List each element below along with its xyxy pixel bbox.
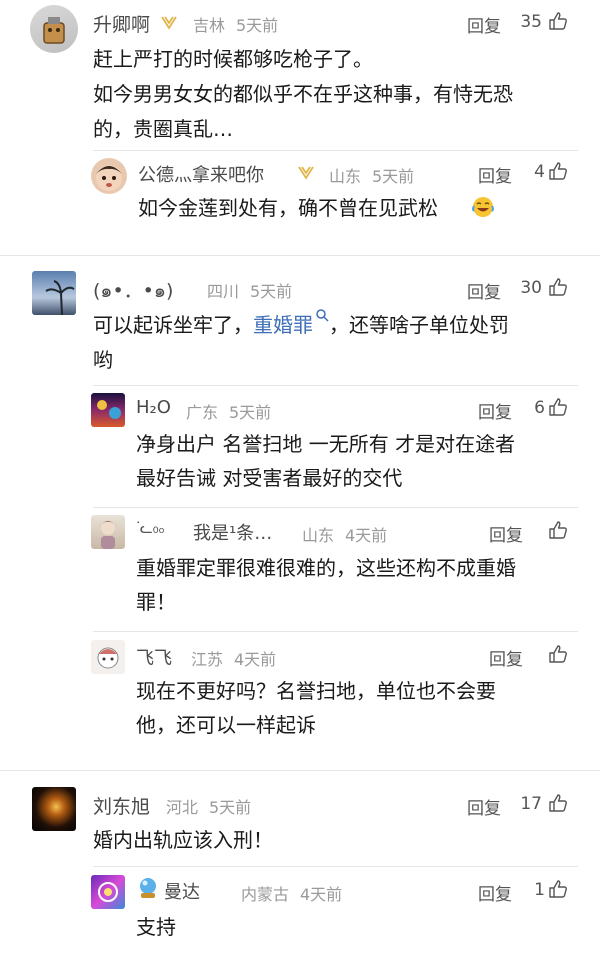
vip-badge-icon bbox=[161, 16, 177, 30]
thumbs-up-icon[interactable] bbox=[548, 277, 568, 297]
location: 江苏 bbox=[191, 650, 224, 669]
reply-text-line: 重婚罪定罪很难很难的，这些还构不成重婚 bbox=[136, 556, 516, 580]
reply-text-line: 支持 bbox=[136, 915, 176, 939]
avatar[interactable] bbox=[32, 787, 76, 831]
comment-divider bbox=[0, 770, 600, 771]
timestamp: 5天前 bbox=[372, 167, 415, 186]
avatar-cartoon-icon bbox=[97, 647, 119, 669]
username-decoration: ᐝᓚ₀ₒ bbox=[136, 519, 165, 537]
avatar-drawing-icon bbox=[43, 17, 65, 44]
like-count: 1 bbox=[534, 880, 545, 900]
reply-button[interactable]: 回复 bbox=[467, 12, 501, 37]
avatar[interactable] bbox=[91, 515, 125, 549]
avatar-mandala-icon bbox=[98, 882, 118, 902]
comment-text-span: ，还等啥子单位处罚 bbox=[329, 313, 509, 337]
crystal-ball-icon bbox=[140, 878, 156, 898]
location: 山东 bbox=[329, 167, 362, 186]
like-count: 4 bbox=[534, 162, 545, 182]
avatar-art-icon bbox=[97, 400, 121, 419]
comment-text-line: 哟 bbox=[93, 348, 113, 372]
reply-text-line: 现在不更好吗？名誉扫地，单位也不会要 bbox=[136, 679, 496, 703]
comment-text-line: 如今男男女女的都似乎不在乎这种事，有恃无恐 bbox=[93, 82, 513, 106]
avatar[interactable] bbox=[91, 393, 125, 427]
location: 吉林 bbox=[193, 16, 226, 35]
reply-text-line: 他，还可以一样起诉 bbox=[136, 713, 316, 737]
reply-divider bbox=[93, 507, 578, 508]
reply-button[interactable]: 回复 bbox=[467, 794, 501, 819]
reply-divider bbox=[93, 631, 578, 632]
thumbs-up-icon[interactable] bbox=[548, 11, 568, 31]
timestamp: 4天前 bbox=[300, 885, 343, 904]
timestamp: 4天前 bbox=[234, 650, 277, 669]
reply-button[interactable]: 回复 bbox=[478, 880, 512, 905]
laughing-crying-emoji-icon bbox=[472, 197, 494, 217]
thumbs-up-icon[interactable] bbox=[548, 161, 568, 181]
thumbs-up-icon[interactable] bbox=[548, 397, 568, 417]
avatar-face-icon bbox=[96, 165, 122, 191]
search-icon[interactable] bbox=[315, 308, 329, 322]
like-count: 30 bbox=[520, 278, 542, 298]
username[interactable]: 刘东旭 bbox=[93, 792, 150, 819]
location: 内蒙古 bbox=[241, 885, 290, 904]
username[interactable]: (๑•．•๑) bbox=[93, 276, 173, 306]
reply-divider bbox=[93, 385, 578, 386]
username[interactable]: 曼达 bbox=[164, 878, 200, 904]
reply-button[interactable]: 回复 bbox=[478, 162, 512, 187]
location: 河北 bbox=[166, 798, 199, 817]
search-link[interactable]: 重婚罪 bbox=[253, 313, 313, 337]
comment-text-span: 可以起诉坐牢了， bbox=[93, 313, 253, 337]
like-count: 6 bbox=[534, 398, 545, 418]
location: 广东 bbox=[186, 403, 219, 422]
username[interactable]: H₂O bbox=[136, 397, 171, 418]
reply-button[interactable]: 回复 bbox=[489, 521, 523, 546]
comment-divider bbox=[0, 255, 600, 256]
timestamp: 5天前 bbox=[229, 403, 272, 422]
avatar[interactable] bbox=[91, 158, 127, 194]
username[interactable]: 升卿啊 bbox=[93, 10, 150, 37]
like-count: 35 bbox=[520, 12, 542, 32]
like-count: 17 bbox=[520, 794, 542, 814]
username[interactable]: 飞飞 bbox=[136, 644, 172, 670]
avatar[interactable] bbox=[30, 5, 78, 53]
reply-text-line: 罪！ bbox=[136, 590, 176, 614]
thumbs-up-icon[interactable] bbox=[548, 644, 568, 664]
timestamp: 5天前 bbox=[236, 16, 279, 35]
reply-text-line: 最好告诫 对受害者最好的交代 bbox=[136, 466, 403, 490]
reply-button[interactable]: 回复 bbox=[478, 398, 512, 423]
username[interactable]: 公德灬拿来吧你 bbox=[138, 161, 264, 187]
location: 山东 bbox=[302, 526, 335, 545]
location: 四川 bbox=[207, 282, 240, 301]
avatar-palm-icon bbox=[45, 280, 75, 315]
avatar[interactable] bbox=[91, 640, 125, 674]
reply-button[interactable]: 回复 bbox=[467, 278, 501, 303]
thumbs-up-icon[interactable] bbox=[548, 879, 568, 899]
reply-text-line: 净身出户 名誉扫地 一无所有 才是对在途者 bbox=[136, 432, 516, 456]
reply-text-line: 如今金莲到处有，确不曾在见武松 bbox=[138, 196, 438, 220]
avatar[interactable] bbox=[32, 271, 76, 315]
reply-divider bbox=[93, 866, 578, 867]
avatar-figure-icon bbox=[99, 521, 117, 549]
comment-text-line: 赶上严打的时候都够吃枪子了。 bbox=[93, 47, 373, 71]
reply-button[interactable]: 回复 bbox=[489, 645, 523, 670]
timestamp: 4天前 bbox=[345, 526, 388, 545]
comment-text-line: 可以起诉坐牢了，重婚罪 ，还等啥子单位处罚 bbox=[93, 308, 509, 343]
thumbs-up-icon[interactable] bbox=[548, 793, 568, 813]
timestamp: 5天前 bbox=[250, 282, 293, 301]
comment-text-line: 的，贵圈真乱… bbox=[93, 117, 233, 141]
thumbs-up-icon[interactable] bbox=[548, 520, 568, 540]
comment-text-line: 婚内出轨应该入刑！ bbox=[93, 828, 273, 852]
avatar[interactable] bbox=[91, 875, 125, 909]
vip-badge-icon bbox=[298, 166, 314, 180]
username[interactable]: 我是¹条… bbox=[193, 519, 272, 545]
reply-divider bbox=[93, 150, 578, 151]
timestamp: 5天前 bbox=[209, 798, 252, 817]
